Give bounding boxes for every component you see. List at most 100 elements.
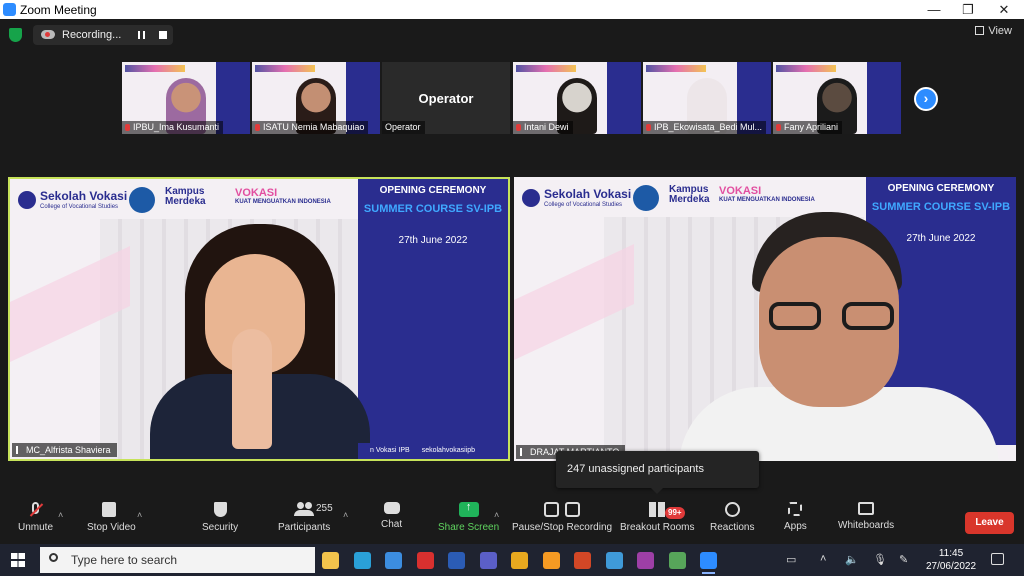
search-placeholder: Type here to search bbox=[71, 553, 178, 567]
acrobat-icon[interactable] bbox=[417, 552, 434, 569]
whiteboards-button[interactable]: Whiteboards bbox=[838, 502, 894, 531]
sekolah-label: Sekolah Vokasi bbox=[544, 187, 632, 201]
participant-nametag: ISATU Nemia Mabaquiao bbox=[252, 121, 369, 134]
muted-mic-icon bbox=[125, 124, 130, 131]
video-tile-speaker[interactable]: OPENING CEREMONY SUMMER COURSE SV-IPB 27… bbox=[514, 177, 1016, 461]
share-options-caret[interactable]: ˄ bbox=[494, 510, 499, 520]
clock-date: 27/06/2022 bbox=[925, 561, 977, 572]
round-seal-logo-icon bbox=[129, 187, 155, 213]
powerpoint-icon[interactable] bbox=[574, 552, 591, 569]
reactions-button[interactable]: Reactions bbox=[710, 502, 754, 533]
vokasi-sub-label: KUAT MENGUATKAN INDONESIA bbox=[719, 197, 815, 203]
pin-icon bbox=[520, 448, 526, 456]
file-explorer-icon[interactable] bbox=[322, 552, 339, 569]
participant-display-name: Operator bbox=[418, 91, 474, 106]
pause-stop-recording-button[interactable]: Pause/Stop Recording bbox=[512, 502, 612, 533]
next-page-arrow-icon[interactable]: › bbox=[914, 87, 938, 111]
participant-thumbnail[interactable]: Fany Apriliani bbox=[773, 62, 901, 134]
muted-mic-icon bbox=[776, 124, 781, 131]
chat-button[interactable]: Chat bbox=[381, 502, 402, 530]
breakout-tooltip: 247 unassigned participants bbox=[556, 451, 759, 494]
windows-taskbar: Type here to search ▭ ˄ 🔈 🎙 ✎ 11:45 27/0… bbox=[0, 544, 1024, 576]
breakout-rooms-button[interactable]: Breakout Rooms bbox=[620, 502, 694, 533]
participant-thumbnail[interactable]: Intani Dewi bbox=[513, 62, 641, 134]
taskbar-search-box[interactable]: Type here to search bbox=[40, 547, 315, 573]
taskbar-clock[interactable]: 11:45 27/06/2022 bbox=[925, 547, 977, 573]
sekolah-vokasi-logo: Sekolah Vokasi College of Vocational Stu… bbox=[522, 185, 632, 211]
college-label: College of Vocational Studies bbox=[40, 204, 119, 210]
clock-time: 11:45 bbox=[938, 548, 964, 559]
audio-options-caret[interactable]: ˄ bbox=[58, 510, 63, 520]
app-orange-icon[interactable] bbox=[543, 552, 560, 569]
app-image-icon[interactable] bbox=[669, 552, 686, 569]
ceremony-title: OPENING CEREMONY bbox=[887, 183, 995, 194]
teams-icon[interactable] bbox=[480, 552, 497, 569]
participant-name: MC_Alfrista Shaviera bbox=[26, 445, 111, 455]
ceremony-title: OPENING CEREMONY bbox=[379, 185, 487, 196]
pause-stop-recording-label: Pause/Stop Recording bbox=[512, 522, 613, 533]
speaker-icon[interactable]: 🔈 bbox=[845, 553, 859, 566]
round-seal-logo-icon bbox=[633, 185, 659, 211]
participant-thumbnail[interactable]: Operator Operator bbox=[382, 62, 510, 134]
participant-name: Fany Apriliani bbox=[784, 122, 839, 132]
banner-band bbox=[358, 179, 508, 447]
participants-icon bbox=[294, 502, 315, 517]
winrar-icon[interactable] bbox=[637, 552, 654, 569]
participant-name: ISATU Nemia Mabaquiao bbox=[263, 122, 365, 132]
participant-thumbnail[interactable]: IPBU_Ima Kusumanti bbox=[122, 62, 250, 134]
participants-options-caret[interactable]: ˄ bbox=[343, 510, 348, 520]
vokasi-logo: VOKASI KUAT MENGUATKAN INDONESIA bbox=[719, 185, 815, 203]
microphone-icon[interactable]: 🎙 bbox=[873, 553, 887, 566]
view-label: View bbox=[988, 25, 1012, 37]
video-options-caret[interactable]: ˄ bbox=[137, 510, 142, 520]
recording-indicator: Recording... bbox=[33, 25, 173, 45]
stop-recording-icon[interactable] bbox=[159, 31, 167, 39]
tooltip-text: 247 unassigned participants bbox=[567, 463, 704, 475]
kampus-merdeka-logo: Kampus Merdeka bbox=[165, 186, 206, 207]
video-tile-mc[interactable]: OPENING CEREMONY SUMMER COURSE SV-IPB 27… bbox=[8, 177, 510, 461]
whiteboard-icon bbox=[858, 502, 875, 515]
window-title: Zoom Meeting bbox=[20, 3, 97, 17]
chrome-icon[interactable] bbox=[511, 552, 528, 569]
handle-right: sekolahvokasiipb bbox=[421, 447, 476, 454]
participant-thumbnail[interactable]: ISATU Nemia Mabaquiao bbox=[252, 62, 380, 134]
mail-icon[interactable] bbox=[385, 552, 402, 569]
security-button[interactable]: Security bbox=[202, 502, 238, 533]
edge-icon[interactable] bbox=[354, 552, 371, 569]
zoom-app-icon bbox=[3, 3, 16, 16]
banner-logos bbox=[646, 65, 706, 72]
participants-label: Participants bbox=[278, 522, 331, 533]
notification-center-icon[interactable] bbox=[991, 553, 1004, 565]
apps-label: Apps bbox=[784, 521, 807, 532]
search-icon bbox=[49, 553, 58, 562]
show-hidden-icons-chevron-icon[interactable]: ˄ bbox=[820, 553, 826, 565]
apps-button[interactable]: Apps bbox=[784, 502, 807, 532]
windows-start-icon[interactable] bbox=[11, 553, 25, 567]
encryption-shield-icon[interactable] bbox=[9, 28, 22, 42]
banner-logos bbox=[776, 65, 836, 72]
zoom-icon[interactable] bbox=[700, 552, 717, 574]
pen-icon[interactable]: ✎ bbox=[899, 553, 908, 566]
muted-mic-icon bbox=[255, 124, 260, 131]
view-button[interactable]: View bbox=[975, 25, 1012, 37]
word-icon[interactable] bbox=[448, 552, 465, 569]
chat-bubble-icon bbox=[383, 502, 400, 514]
meet-now-icon[interactable]: ▭ bbox=[786, 553, 796, 566]
minimize-button[interactable]: — bbox=[916, 0, 952, 19]
stop-video-button[interactable]: Stop Video bbox=[87, 502, 136, 533]
recording-label: Recording... bbox=[62, 29, 122, 41]
breakout-badge: 99+ bbox=[665, 507, 685, 519]
social-handle-bar: n Vokasi IPB sekolahvokasiipb bbox=[358, 443, 508, 459]
pause-recording-icon[interactable] bbox=[138, 31, 145, 39]
leave-button[interactable]: Leave bbox=[965, 512, 1014, 534]
maximize-button[interactable]: ❐ bbox=[950, 0, 986, 19]
photos-icon[interactable] bbox=[606, 552, 623, 569]
unmute-button[interactable]: Unmute bbox=[18, 502, 53, 533]
participant-thumbnail[interactable]: IPB_Ekowisata_Bedi Mul... bbox=[643, 62, 771, 134]
close-button[interactable]: ✕ bbox=[986, 0, 1022, 19]
course-title: SUMMER COURSE SV-IPB bbox=[871, 201, 1011, 213]
meeting-toolbar: Unmute ˄ Stop Video ˄ Security Participa… bbox=[0, 496, 1024, 544]
share-screen-button[interactable]: Share Screen bbox=[438, 501, 499, 533]
banner-band bbox=[867, 62, 901, 134]
vokasi-sub-label: KUAT MENGUATKAN INDONESIA bbox=[235, 199, 331, 205]
